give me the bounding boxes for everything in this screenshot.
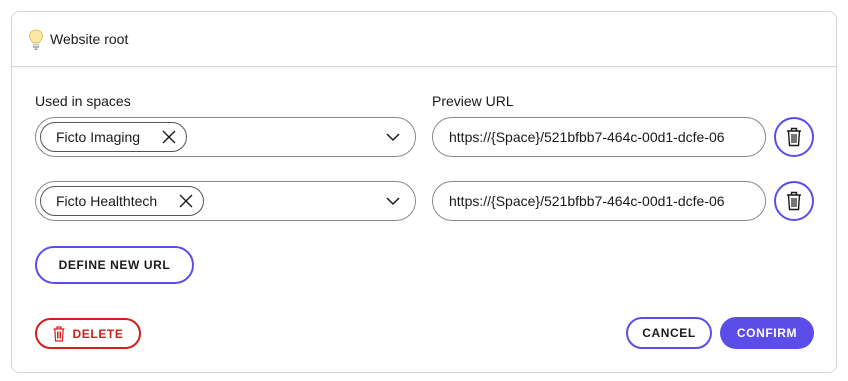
preview-url-input-2[interactable]: https://{Space}/521bfbb7-464c-00d1-dcfe-… <box>432 181 766 221</box>
page-title: Website root <box>50 31 129 47</box>
chevron-down-icon[interactable] <box>386 196 400 206</box>
chevron-down-icon[interactable] <box>386 132 400 142</box>
space-chip-label: Ficto Healthtech <box>56 193 158 209</box>
delete-row-button-2[interactable] <box>774 181 814 221</box>
define-new-url-button[interactable]: DEFINE NEW URL <box>35 246 194 284</box>
close-icon[interactable] <box>179 194 193 208</box>
trash-icon <box>787 191 801 211</box>
space-chip: Ficto Healthtech <box>40 186 205 216</box>
space-chip-label: Ficto Imaging <box>56 129 141 145</box>
delete-button[interactable]: DELETE <box>35 318 141 349</box>
confirm-button[interactable]: CONFIRM <box>720 317 814 349</box>
trash-icon <box>787 127 801 147</box>
card-header: Website root <box>12 12 836 67</box>
cancel-button[interactable]: CANCEL <box>626 317 712 349</box>
used-in-spaces-label: Used in spaces <box>35 93 131 109</box>
preview-url-input-1[interactable]: https://{Space}/521bfbb7-464c-00d1-dcfe-… <box>432 117 766 157</box>
trash-icon <box>53 325 65 342</box>
close-icon[interactable] <box>162 130 176 144</box>
preview-url-label: Preview URL <box>432 93 514 109</box>
lightbulb-icon <box>28 29 44 50</box>
delete-row-button-1[interactable] <box>774 117 814 157</box>
space-chip: Ficto Imaging <box>40 122 188 152</box>
spaces-select-1[interactable]: Ficto Imaging <box>35 117 416 157</box>
spaces-select-2[interactable]: Ficto Healthtech <box>35 181 416 221</box>
delete-button-label: DELETE <box>72 326 124 341</box>
